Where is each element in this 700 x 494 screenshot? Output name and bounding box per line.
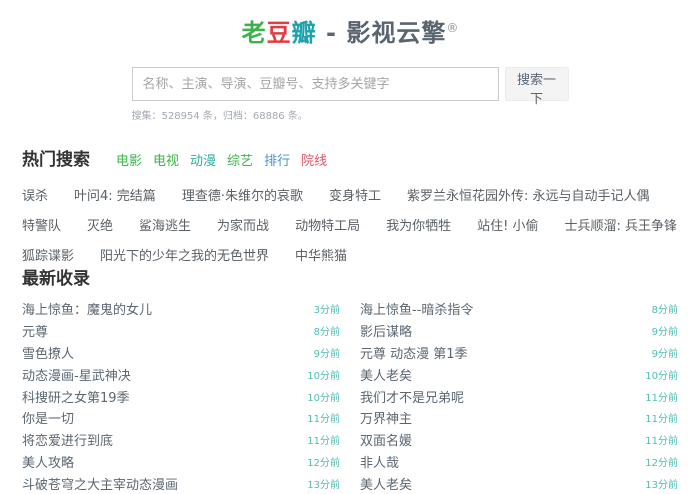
latest-item[interactable]: 海上惊鱼--暗杀指令 8分前 bbox=[360, 298, 678, 320]
search-bar: 搜索一下 bbox=[131, 67, 569, 107]
latest-item-title[interactable]: 美人攻略 bbox=[22, 452, 74, 471]
hot-term-link[interactable]: 狐踪谍影 bbox=[22, 245, 74, 264]
search-button[interactable]: 搜索一下 bbox=[504, 67, 569, 107]
category-links: 电影 电视 动漫 综艺 排行 院线 bbox=[116, 150, 327, 169]
latest-item-time: 9分前 bbox=[651, 327, 678, 339]
category-link[interactable]: 电视 bbox=[153, 150, 179, 169]
latest-item-time: 12分前 bbox=[645, 457, 678, 469]
hot-term-link[interactable]: 叶问4: 完结篇 bbox=[74, 185, 156, 204]
latest-item[interactable]: 元尊 动态漫 第1季 9分前 bbox=[360, 342, 678, 364]
latest-section: 最新收录 海上惊鱼：魔鬼的女儿 3分前 元尊 8分前 雪色撩人 9分前 动态漫画… bbox=[22, 264, 678, 494]
latest-item[interactable]: 雪色撩人 9分前 bbox=[22, 342, 340, 364]
hot-term-link[interactable]: 动物特工局 bbox=[295, 215, 360, 234]
hot-term-link[interactable]: 理查德·朱维尔的哀歌 bbox=[182, 185, 303, 204]
latest-item[interactable]: 科搜研之女第19季 10分前 bbox=[22, 385, 340, 407]
logo-colored-text: 老豆瓣 bbox=[242, 19, 317, 47]
latest-item[interactable]: 斗破苍穹之大主宰动态漫画 13分前 bbox=[22, 472, 340, 494]
latest-item[interactable]: 美人老矣 13分前 bbox=[360, 472, 678, 494]
latest-item-time: 13分前 bbox=[307, 479, 340, 491]
latest-item[interactable]: 元尊 8分前 bbox=[22, 320, 340, 342]
hot-term-link[interactable]: 阳光下的少年之我的无色世界 bbox=[100, 245, 269, 264]
latest-item-title[interactable]: 斗破苍穹之大主宰动态漫画 bbox=[22, 474, 178, 493]
latest-item[interactable]: 你是一切 11分前 bbox=[22, 407, 340, 429]
category-link[interactable]: 综艺 bbox=[227, 150, 253, 169]
logo-char: 豆 bbox=[266, 19, 292, 47]
latest-item-title[interactable]: 万界神主 bbox=[360, 408, 412, 427]
hot-term-list: 误杀 叶问4: 完结篇 理查德·朱维尔的哀歌 变身特工 紫罗兰永恒花园外传: 永远与自动… bbox=[22, 185, 677, 264]
latest-item-time: 3分前 bbox=[313, 305, 340, 317]
latest-item-title[interactable]: 雪色撩人 bbox=[22, 343, 74, 362]
latest-item-time: 11分前 bbox=[645, 392, 678, 404]
latest-item[interactable]: 双面名媛 11分前 bbox=[360, 429, 678, 451]
latest-item-title[interactable]: 将恋爱进行到底 bbox=[22, 430, 113, 449]
latest-item[interactable]: 非人哉 12分前 bbox=[360, 451, 678, 473]
latest-item-title[interactable]: 你是一切 bbox=[22, 408, 74, 427]
latest-item-title[interactable]: 非人哉 bbox=[360, 452, 399, 471]
search-input[interactable] bbox=[131, 67, 499, 101]
latest-columns: 海上惊鱼：魔鬼的女儿 3分前 元尊 8分前 雪色撩人 9分前 动态漫画-星武神决… bbox=[22, 298, 678, 494]
latest-item-title[interactable]: 我们才不是兄弟呢 bbox=[360, 387, 464, 406]
latest-item-time: 13分前 bbox=[645, 479, 678, 491]
latest-item-time: 8分前 bbox=[651, 305, 678, 317]
hot-term-link[interactable]: 我为你牺牲 bbox=[386, 215, 451, 234]
latest-item[interactable]: 我们才不是兄弟呢 11分前 bbox=[360, 385, 678, 407]
category-link[interactable]: 排行 bbox=[264, 150, 290, 169]
hot-term-link[interactable]: 士兵顺溜: 兵王争锋 bbox=[564, 215, 677, 234]
latest-item[interactable]: 影后谋略 9分前 bbox=[360, 320, 678, 342]
latest-item-time: 10分前 bbox=[307, 370, 340, 382]
latest-item-time: 10分前 bbox=[645, 370, 678, 382]
latest-item[interactable]: 万界神主 11分前 bbox=[360, 407, 678, 429]
category-link[interactable]: 院线 bbox=[301, 150, 327, 169]
latest-item-time: 9分前 bbox=[313, 348, 340, 360]
logo-char: 老 bbox=[241, 19, 267, 47]
latest-item-title[interactable]: 美人老矣 bbox=[360, 474, 412, 493]
latest-item-title[interactable]: 科搜研之女第19季 bbox=[22, 387, 130, 406]
latest-item-title[interactable]: 元尊 bbox=[22, 321, 48, 340]
hot-term-link[interactable]: 变身特工 bbox=[329, 185, 381, 204]
latest-item-title[interactable]: 海上惊鱼--暗杀指令 bbox=[360, 299, 473, 318]
latest-item-title[interactable]: 动态漫画-星武神决 bbox=[22, 365, 131, 384]
hot-term-link[interactable]: 特警队 bbox=[22, 215, 61, 234]
latest-item[interactable]: 海上惊鱼：魔鬼的女儿 3分前 bbox=[22, 298, 340, 320]
latest-item-title[interactable]: 美人老矣 bbox=[360, 365, 412, 384]
latest-item-title[interactable]: 元尊 动态漫 第1季 bbox=[360, 343, 468, 362]
latest-item-title[interactable]: 海上惊鱼：魔鬼的女儿 bbox=[22, 299, 152, 318]
logo-suffix: - 影视云擎 bbox=[316, 19, 447, 47]
latest-list-left: 海上惊鱼：魔鬼的女儿 3分前 元尊 8分前 雪色撩人 9分前 动态漫画-星武神决… bbox=[22, 298, 340, 494]
latest-item[interactable]: 美人攻略 12分前 bbox=[22, 451, 340, 473]
latest-item-time: 12分前 bbox=[307, 457, 340, 469]
site-logo: 老豆瓣 - 影视云擎® bbox=[0, 13, 700, 48]
category-link[interactable]: 动漫 bbox=[190, 150, 216, 169]
hot-term-link[interactable]: 紫罗兰永恒花园外传: 永远与自动手记人偶 bbox=[407, 185, 650, 204]
latest-item-title[interactable]: 影后谋略 bbox=[360, 321, 412, 340]
latest-item-time: 11分前 bbox=[307, 414, 340, 426]
latest-item-title[interactable]: 双面名媛 bbox=[360, 430, 412, 449]
latest-item[interactable]: 动态漫画-星武神决 10分前 bbox=[22, 363, 340, 385]
latest-item[interactable]: 将恋爱进行到底 11分前 bbox=[22, 429, 340, 451]
latest-item-time: 10分前 bbox=[307, 392, 340, 404]
hot-term-link[interactable]: 灭绝 bbox=[87, 215, 113, 234]
latest-item-time: 11分前 bbox=[645, 414, 678, 426]
latest-title: 最新收录 bbox=[22, 269, 90, 289]
hot-search-section: 热门搜索 电影 电视 动漫 综艺 排行 院线 误杀 叶问4: 完结篇 理查德·朱维尔的哀歌 变身… bbox=[22, 145, 678, 264]
search-stats: 搜集：528954 条，归档：68886 条。 bbox=[131, 111, 308, 122]
registered-mark-icon: ® bbox=[446, 21, 459, 35]
hot-term-link[interactable]: 误杀 bbox=[22, 185, 48, 204]
hot-term-link[interactable]: 站住! 小偷 bbox=[477, 215, 538, 234]
hot-term-link[interactable]: 鲨海逃生 bbox=[139, 215, 191, 234]
latest-item-time: 9分前 bbox=[651, 348, 678, 360]
latest-item-time: 8分前 bbox=[313, 327, 340, 339]
category-link[interactable]: 电影 bbox=[116, 150, 142, 169]
hot-term-link[interactable]: 中华熊猫 bbox=[295, 245, 347, 264]
logo-char: 瓣 bbox=[291, 19, 317, 47]
hot-search-title: 热门搜索 bbox=[22, 150, 90, 170]
latest-item[interactable]: 美人老矣 10分前 bbox=[360, 363, 678, 385]
hot-term-link[interactable]: 为家而战 bbox=[217, 215, 269, 234]
latest-list-right: 海上惊鱼--暗杀指令 8分前 影后谋略 9分前 元尊 动态漫 第1季 9分前 美… bbox=[360, 298, 678, 494]
